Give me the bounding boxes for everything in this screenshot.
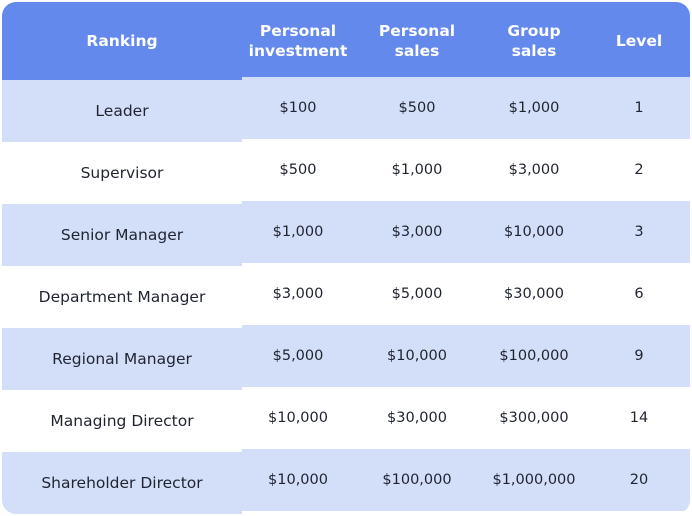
row-ranking-cell: Managing Director [2,390,242,452]
row-ranking-cell: Senior Manager [2,204,242,266]
row-group-sales-cell: $300,000 [480,387,588,449]
row-personal-sales-cell: $5,000 [354,263,480,325]
header-ranking-label: Ranking [86,32,158,50]
row-personal-sales-cell: $30,000 [354,387,480,449]
ranking-table-grid: Ranking Personal investment Personal sal… [2,2,690,514]
row-personal-sales-cell: $1,000 [354,139,480,201]
row-level-cell: 1 [588,77,690,139]
row-group-sales-cell: $1,000,000 [480,449,588,511]
row-ranking-cell: Leader [2,80,242,142]
row-ranking-cell: Supervisor [2,142,242,204]
row-personal-investment-cell: $1,000 [242,201,354,263]
header-personal-sales: Personal sales [354,2,480,80]
row-personal-investment-cell: $5,000 [242,325,354,387]
row-level-cell: 2 [588,139,690,201]
header-personal-investment: Personal investment [242,2,354,80]
row-group-sales-cell: $100,000 [480,325,588,387]
row-group-sales-cell: $30,000 [480,263,588,325]
ranking-table: Ranking Personal investment Personal sal… [2,2,690,514]
row-personal-sales-cell: $100,000 [354,449,480,511]
row-personal-investment-cell: $500 [242,139,354,201]
header-level: Level [588,2,690,80]
row-ranking-cell: Regional Manager [2,328,242,390]
row-personal-sales-cell: $500 [354,77,480,139]
header-group-sales: Group sales [480,2,588,80]
row-ranking-cell: Department Manager [2,266,242,328]
header-level-label: Level [615,32,663,50]
row-personal-investment-cell: $10,000 [242,387,354,449]
row-level-cell: 6 [588,263,690,325]
header-personal-sales-label: Personal sales [378,22,456,60]
header-group-sales-label: Group sales [507,22,561,60]
row-group-sales-cell: $3,000 [480,139,588,201]
row-ranking-cell: Shareholder Director [2,452,242,514]
header-personal-investment-label: Personal investment [248,22,348,60]
row-personal-sales-cell: $3,000 [354,201,480,263]
row-level-cell: 9 [588,325,690,387]
row-group-sales-cell: $10,000 [480,201,588,263]
header-ranking: Ranking [2,2,242,80]
row-personal-investment-cell: $3,000 [242,263,354,325]
row-personal-sales-cell: $10,000 [354,325,480,387]
row-level-cell: 3 [588,201,690,263]
row-level-cell: 14 [588,387,690,449]
row-group-sales-cell: $1,000 [480,77,588,139]
row-level-cell: 20 [588,449,690,511]
row-personal-investment-cell: $10,000 [242,449,354,511]
row-personal-investment-cell: $100 [242,77,354,139]
